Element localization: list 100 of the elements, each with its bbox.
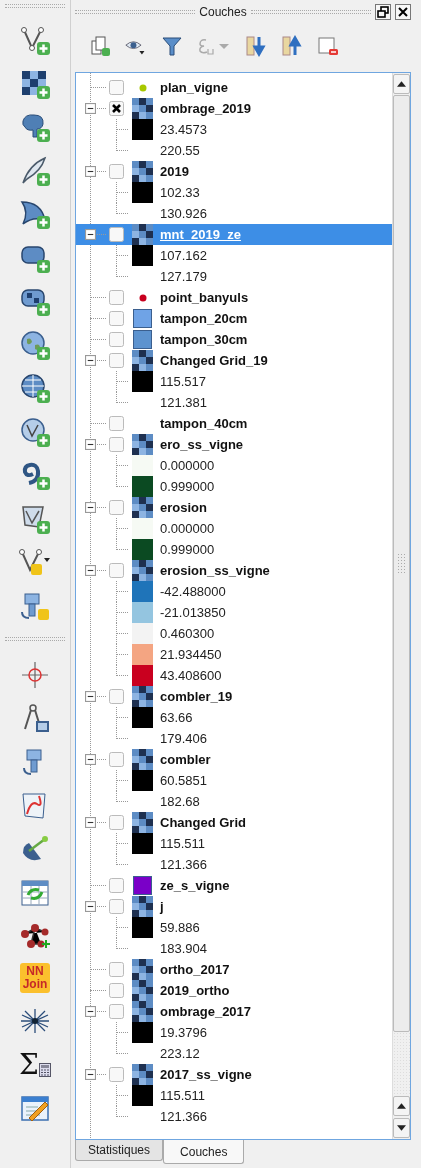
layer-row[interactable]: plan_vigne xyxy=(76,77,392,98)
calculator-icon[interactable] xyxy=(38,1063,51,1077)
close-button[interactable] xyxy=(395,4,411,20)
layer-row[interactable]: ze_s_vigne xyxy=(76,875,392,896)
checker-icon xyxy=(132,98,153,119)
panel-tab[interactable]: Statistiques xyxy=(75,1140,164,1161)
layer-row[interactable]: tampon_30cm xyxy=(76,329,392,350)
collapse-toggle-icon[interactable] xyxy=(85,502,96,513)
collapse-toggle-icon[interactable] xyxy=(85,166,96,177)
visibility-checkbox[interactable] xyxy=(109,752,124,767)
legend-label: 223.12 xyxy=(160,1046,200,1061)
layer-name: 2017_ss_vigne xyxy=(160,1067,252,1082)
layer-row[interactable]: point_banyuls xyxy=(76,287,392,308)
collapse-toggle-icon[interactable] xyxy=(85,355,96,366)
legend-label: 182.68 xyxy=(160,794,200,809)
layer-name: tampon_30cm xyxy=(160,332,248,347)
checker-icon xyxy=(132,896,153,917)
scroll-up-button[interactable] xyxy=(393,1096,410,1116)
collapse-toggle-icon[interactable] xyxy=(85,817,96,828)
scrollbar-thumb[interactable] xyxy=(393,95,410,1032)
visibility-checkbox[interactable] xyxy=(109,353,124,368)
globe-nodes-plus-icon[interactable] xyxy=(19,415,51,448)
collapse-all-icon[interactable] xyxy=(281,35,303,57)
sail-plus-icon[interactable] xyxy=(19,198,51,230)
layer-row[interactable]: erosion xyxy=(76,497,392,518)
collapse-toggle-icon[interactable] xyxy=(85,691,96,702)
layer-name: tampon_40cm xyxy=(160,416,248,431)
layer-row[interactable]: ombrage_2017 xyxy=(76,1001,392,1022)
collapse-toggle-icon[interactable] xyxy=(85,439,96,450)
layer-name: erosion xyxy=(160,500,207,515)
visibility-checkbox[interactable] xyxy=(109,689,124,704)
collapse-toggle-icon[interactable] xyxy=(85,754,96,765)
nodes-caret-icon[interactable] xyxy=(19,546,51,578)
sigma-sign[interactable]: Σ xyxy=(19,1050,39,1080)
visibility-checkbox[interactable] xyxy=(109,878,124,893)
collapse-toggle-icon[interactable] xyxy=(85,1006,96,1017)
visibility-checkbox[interactable] xyxy=(109,290,124,305)
collapse-toggle-icon[interactable] xyxy=(85,229,96,240)
layer-row[interactable]: combler_19 xyxy=(76,686,392,707)
expand-all-icon[interactable] xyxy=(245,35,267,57)
layer-name: ombrage_2017 xyxy=(160,1004,252,1019)
legend-label: 0.999000 xyxy=(160,479,215,494)
visibility-checkbox[interactable] xyxy=(109,80,124,95)
visibility-checkbox[interactable] xyxy=(109,815,124,830)
layer-row[interactable]: erosion_ss_vigne xyxy=(76,560,392,581)
feather-plus-icon[interactable] xyxy=(19,154,51,187)
layer-row[interactable]: tampon_20cm xyxy=(76,308,392,329)
layer-name: combler xyxy=(160,752,211,767)
layer-row[interactable]: j xyxy=(76,896,392,917)
layer-row[interactable]: Changed Grid_19 xyxy=(76,350,392,371)
panel-tab[interactable]: Couches xyxy=(163,1140,245,1164)
collapse-toggle-icon[interactable] xyxy=(85,901,96,912)
layer-row[interactable]: 2019 xyxy=(76,161,392,182)
visibility-checkbox[interactable] xyxy=(109,983,124,998)
globe-plus-icon[interactable] xyxy=(19,372,51,404)
legend-label: 43.408600 xyxy=(160,668,222,683)
visibility-checkbox[interactable] xyxy=(109,1004,124,1019)
checker-icon xyxy=(132,224,153,245)
checker-icon xyxy=(132,812,153,833)
layer-row[interactable]: ero_ss_vigne xyxy=(76,434,392,455)
visibility-checkbox[interactable] xyxy=(109,101,124,116)
layer-row[interactable]: ortho_2017 xyxy=(76,959,392,980)
collapse-toggle-icon[interactable] xyxy=(85,1069,96,1080)
scroll-down-button[interactable] xyxy=(393,1118,410,1138)
visibility-checkbox[interactable] xyxy=(109,899,124,914)
layer-row[interactable]: Changed Grid xyxy=(76,812,392,833)
legend-label: 121.366 xyxy=(160,857,207,872)
visibility-checkbox[interactable] xyxy=(109,164,124,179)
visibility-checkbox[interactable] xyxy=(109,563,124,578)
scroll-up-button[interactable] xyxy=(393,74,410,94)
visibility-checkbox[interactable] xyxy=(109,962,124,977)
filter-icon[interactable] xyxy=(161,35,183,57)
nodes-plus-icon[interactable] xyxy=(19,24,51,56)
checker-icon xyxy=(132,560,153,581)
visibility-checkbox[interactable] xyxy=(109,1067,124,1082)
remove-layer-icon[interactable] xyxy=(317,35,339,57)
legend-label: 179.406 xyxy=(160,731,207,746)
float-button[interactable] xyxy=(375,4,391,20)
layer-row[interactable]: ombrage_2019 xyxy=(76,98,392,119)
checker-icon xyxy=(132,686,153,707)
layer-row[interactable]: tampon_40cm xyxy=(76,413,392,434)
checker-icon xyxy=(132,161,153,182)
layer-row[interactable]: combler xyxy=(76,749,392,770)
crosshair-icon[interactable] xyxy=(19,659,51,691)
visibility-checkbox[interactable] xyxy=(109,500,124,515)
checker-icon xyxy=(132,1064,153,1085)
layer-row[interactable]: 2017_ss_vigne xyxy=(76,1064,392,1085)
add-group-icon[interactable] xyxy=(89,35,111,57)
visibility-checkbox[interactable] xyxy=(109,227,124,242)
visibility-checkbox[interactable] xyxy=(109,332,124,347)
visibility-checkbox[interactable] xyxy=(109,437,124,452)
collapse-toggle-icon[interactable] xyxy=(85,565,96,576)
visibility-checkbox[interactable] xyxy=(109,416,124,431)
visibility-checkbox[interactable] xyxy=(109,311,124,326)
layer-row[interactable]: 2019_ortho xyxy=(76,980,392,1001)
layer-name: 2019_ortho xyxy=(160,983,230,998)
globe-plus-icon[interactable] xyxy=(19,328,51,361)
collapse-toggle-icon[interactable] xyxy=(85,103,96,114)
legend-label: -42.488000 xyxy=(160,584,226,599)
up-arrow-icon xyxy=(397,1103,406,1109)
